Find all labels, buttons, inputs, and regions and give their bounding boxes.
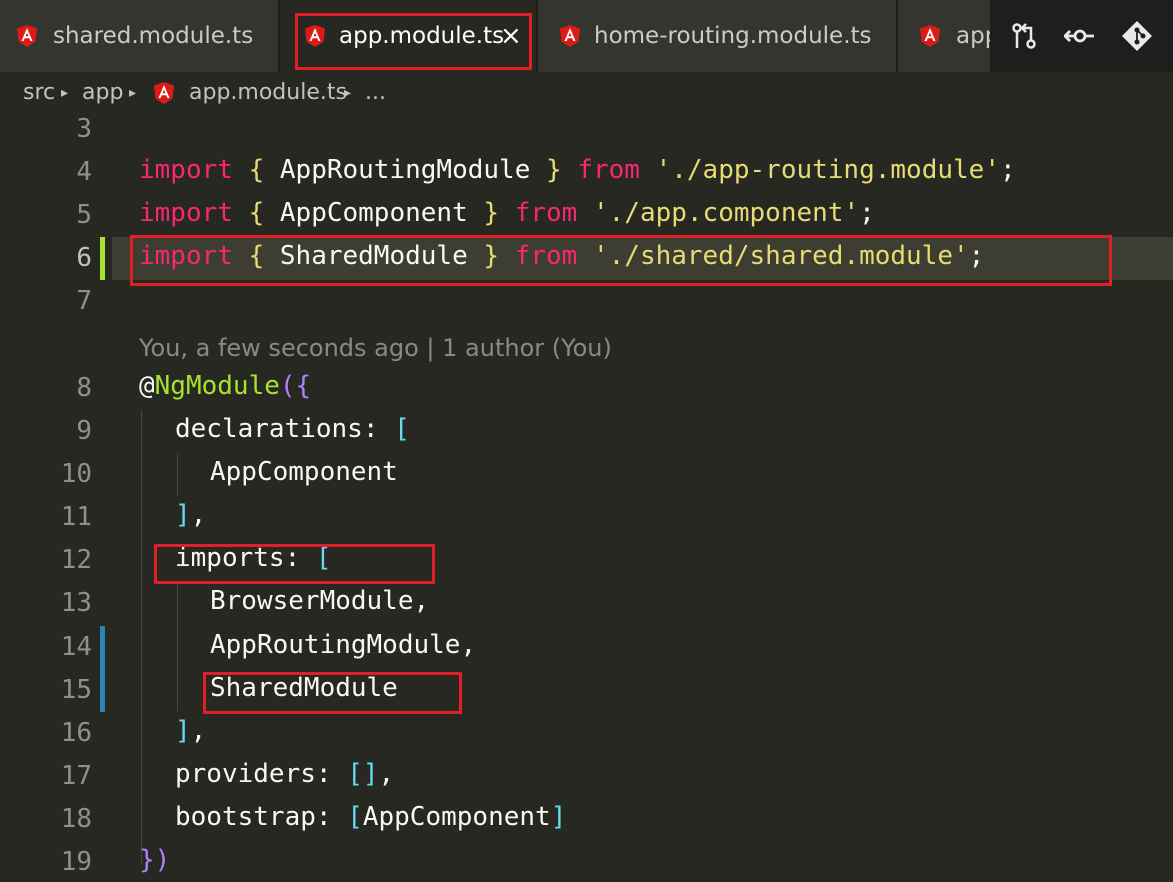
keyword: import <box>139 198 233 228</box>
keyword: from <box>577 155 640 185</box>
chevron-right-icon: ▸ <box>61 85 69 101</box>
tab-label: shared.module.ts <box>53 23 254 49</box>
code-line-10: AppComponent <box>210 457 398 487</box>
comma: , <box>190 500 207 530</box>
comma: , <box>190 716 207 746</box>
line-number: 17 <box>60 761 92 791</box>
bracket: [ <box>347 802 363 832</box>
line-number: 7 <box>76 286 92 316</box>
open-changes-icon[interactable] <box>1064 20 1096 52</box>
code-line-14: AppRoutingModule, <box>210 630 476 660</box>
line-number: 9 <box>76 416 92 446</box>
line-number: 18 <box>60 804 92 834</box>
line-number: 6 <box>76 243 92 273</box>
keyword: import <box>139 155 233 185</box>
semicolon: ; <box>999 155 1016 185</box>
tab-home-routing-module[interactable]: home-routing.module.ts <box>538 0 896 72</box>
line-number: 3 <box>76 114 92 144</box>
brace: } <box>139 845 155 875</box>
paren: ) <box>154 845 171 875</box>
identifier: AppRoutingModule, <box>210 630 477 660</box>
identifier: AppComponent <box>362 802 551 832</box>
highlight-box-import-line <box>130 235 1112 286</box>
gutter-modified-marker <box>100 626 105 712</box>
breadcrumb-item-more[interactable]: ... <box>365 80 386 105</box>
code-line-4: import { AppRoutingModule } from './app-… <box>139 155 1016 185</box>
property: bootstrap: <box>175 802 348 832</box>
identifier: AppRoutingModule <box>264 155 546 185</box>
chevron-right-icon: ▸ <box>129 85 137 101</box>
highlight-box-imports-array <box>154 544 435 584</box>
paren: ( <box>279 371 296 401</box>
line-number: 8 <box>76 373 92 403</box>
tab-label: home-routing.module.ts <box>594 23 872 49</box>
code-line-16: ], <box>175 716 206 746</box>
line-number: 19 <box>60 847 92 877</box>
code-line-17: providers: [], <box>175 759 394 789</box>
breadcrumb-item-src[interactable]: src <box>23 80 55 105</box>
bracket: ] <box>175 500 191 530</box>
angular-icon <box>154 82 174 104</box>
line-number: 5 <box>76 200 92 230</box>
line-number: 4 <box>76 157 92 187</box>
tab-app-truncated[interactable]: app <box>898 0 990 72</box>
property: declarations: <box>175 414 395 444</box>
tab-bar: shared.module.ts app.module.ts × home-ro… <box>0 0 1173 72</box>
active-tab-highlight-box <box>295 13 532 70</box>
code-line-18: bootstrap: [AppComponent] <box>175 802 566 832</box>
at-sign: @ <box>139 371 155 401</box>
brace: { <box>295 371 312 401</box>
indent-guide <box>177 582 178 711</box>
angular-icon <box>920 25 940 47</box>
comma: , <box>378 759 395 789</box>
keyword: from <box>514 198 578 228</box>
editor-actions <box>990 0 1173 72</box>
line-number: 13 <box>60 588 92 618</box>
identifier: AppComponent <box>210 457 398 487</box>
string-literal: './app-routing.module' <box>655 155 1000 185</box>
code-line-19: }) <box>139 845 170 875</box>
semicolon: ; <box>859 198 875 228</box>
line-number: 10 <box>60 459 92 489</box>
breadcrumb: src ▸ app ▸ app.module.ts ▸ ... <box>0 72 1173 116</box>
breadcrumb-item-app[interactable]: app <box>82 80 123 105</box>
brace: } <box>483 198 500 228</box>
bracket: [] <box>347 759 379 789</box>
code-editor[interactable]: 3 4 5 6 7 8 9 10 11 12 13 14 15 16 17 18… <box>0 114 1173 882</box>
identifier: AppComponent <box>264 198 484 228</box>
tab-shared-module[interactable]: shared.module.ts <box>0 0 278 72</box>
gutter-modified-marker <box>100 237 105 280</box>
brace: { <box>248 198 265 228</box>
indent-guide <box>177 453 178 496</box>
code-line-13: BrowserModule, <box>210 586 429 616</box>
line-number: 12 <box>60 545 92 575</box>
string-literal: './app.component' <box>592 198 860 228</box>
code-line-9: declarations: [ <box>175 414 410 444</box>
bracket: ] <box>550 802 567 832</box>
code-line-8: @NgModule({ <box>139 371 311 401</box>
code-line-11: ], <box>175 500 206 530</box>
tab-label: app <box>956 23 990 49</box>
property: providers: <box>175 759 348 789</box>
compare-changes-icon[interactable] <box>1008 20 1040 52</box>
indent-guide <box>141 410 142 863</box>
bracket: ] <box>175 716 191 746</box>
angular-icon <box>560 25 580 47</box>
code-line-5: import { AppComponent } from './app.comp… <box>139 198 875 228</box>
identifier: BrowserModule, <box>210 586 430 616</box>
angular-icon <box>17 25 37 47</box>
line-number: 16 <box>60 718 92 748</box>
git-icon[interactable] <box>1121 20 1153 52</box>
brace: { <box>248 155 265 185</box>
brace: } <box>546 155 562 185</box>
line-number: 15 <box>60 675 92 705</box>
git-blame-annotation[interactable]: You, a few seconds ago | 1 author (You) <box>139 334 612 362</box>
line-number: 11 <box>60 502 92 532</box>
bracket: [ <box>394 414 410 444</box>
chevron-right-icon: ▸ <box>344 85 352 101</box>
line-number: 14 <box>60 632 92 662</box>
highlight-box-shared-module <box>203 672 462 714</box>
decorator-name: NgModule <box>154 371 280 401</box>
breadcrumb-item-file[interactable]: app.module.ts <box>189 80 347 105</box>
